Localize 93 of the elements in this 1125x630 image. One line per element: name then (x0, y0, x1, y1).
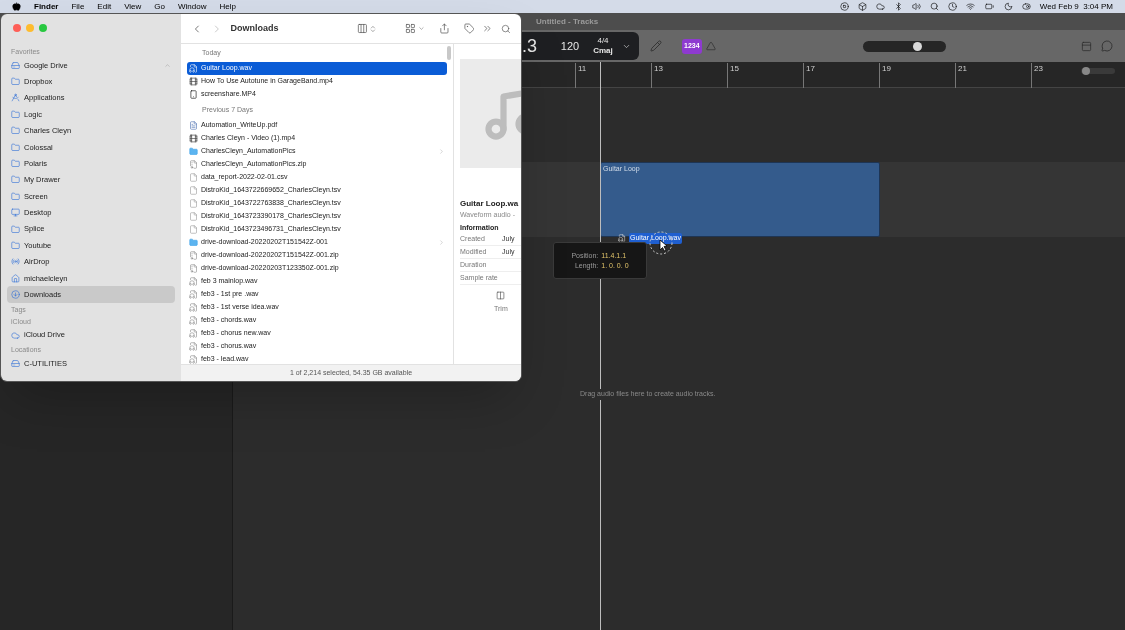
folder-icon (11, 142, 20, 152)
cloud-icon (11, 330, 20, 340)
ruler-label: 17 (803, 63, 815, 88)
chat-icon (1101, 40, 1113, 52)
chevron-down-icon (417, 25, 425, 32)
folder-icon (11, 159, 20, 169)
triangle-icon (705, 41, 716, 51)
battery-icon (983, 2, 995, 11)
grid-icon (405, 23, 416, 34)
folder-icon (11, 77, 20, 87)
moon-icon (1003, 2, 1013, 11)
slider-thumb[interactable] (1082, 67, 1091, 75)
folder-icon (11, 191, 20, 201)
archive-icon (189, 160, 198, 169)
ruler-label: 13 (651, 63, 663, 88)
clock-icon (947, 2, 957, 11)
lcd-tempo: 120 (559, 38, 581, 54)
audio-file-icon (189, 329, 198, 338)
folder-icon (11, 241, 20, 250)
search-icon (501, 23, 511, 34)
columns-icon (356, 23, 368, 34)
phone-icon (189, 90, 198, 99)
lcd-key: Cmaj (593, 46, 613, 56)
audio-file-icon (618, 234, 626, 243)
audio-file-icon (189, 290, 198, 299)
chevron-right-icon (438, 239, 445, 246)
file-icon (189, 199, 198, 208)
ruler-label: 15 (727, 63, 739, 88)
file-icon (189, 186, 198, 195)
menu-item[interactable]: Go (154, 0, 165, 13)
scrollbar-thumb (447, 46, 451, 60)
volume-icon (911, 2, 921, 11)
document-icon (189, 121, 198, 130)
folder-icon (11, 224, 20, 234)
ruler-label: 19 (879, 63, 891, 88)
slider-thumb[interactable] (912, 41, 922, 51)
pencil-icon (650, 40, 662, 52)
home-icon (11, 273, 20, 283)
audio-file-icon (189, 64, 198, 73)
menu-item[interactable]: View (124, 0, 142, 13)
drive-icon (11, 358, 20, 368)
bluetooth-icon (893, 2, 903, 11)
box-icon (857, 2, 867, 11)
audio-file-icon (189, 316, 198, 325)
volume-slider[interactable] (862, 40, 946, 52)
archive-icon (189, 264, 198, 273)
menu-item[interactable]: File (71, 0, 85, 13)
menu-item[interactable]: Window (178, 0, 207, 13)
app-menu[interactable]: Finder (34, 0, 59, 13)
cloud-icon (875, 2, 885, 11)
archive-icon (189, 251, 198, 260)
ruler-label: 23 (1031, 63, 1043, 88)
wifi-icon (965, 2, 975, 11)
file-icon (189, 225, 198, 234)
film-icon (189, 77, 198, 86)
film-icon (189, 134, 198, 143)
menu-clock[interactable]: Wed Feb 9 3:04 PM (1039, 0, 1113, 13)
ruler-label: 11 (575, 63, 587, 88)
lcd-signature: 4/4 (597, 36, 609, 46)
audio-file-icon (189, 355, 198, 364)
apple-icon (12, 2, 21, 11)
audio-file-icon (189, 303, 198, 312)
audio-file-icon (189, 277, 198, 286)
stop-icon (839, 2, 849, 11)
window-title: Untitled - Tracks (536, 15, 599, 28)
search-icon (929, 2, 939, 11)
chevron-right-icon (438, 148, 445, 155)
close-button[interactable] (13, 24, 21, 32)
folder-icon (189, 238, 198, 247)
download-icon (11, 290, 20, 300)
lcd-position: .3 (522, 34, 538, 58)
folder-icon (189, 147, 198, 156)
window-title: Downloads (230, 21, 279, 35)
ruler-label: 21 (955, 63, 967, 88)
file-icon (189, 173, 198, 182)
menu-item[interactable]: Edit (97, 0, 112, 13)
menu-item[interactable]: Help (219, 0, 236, 13)
panel-icon (1081, 40, 1092, 52)
folder-icon (11, 126, 20, 136)
drive-icon (11, 60, 20, 70)
tag-icon (463, 23, 475, 34)
audio-file-icon (189, 342, 198, 351)
updown-icon (369, 24, 378, 33)
radio-icon (11, 257, 20, 267)
share-icon (438, 23, 450, 34)
monitor-icon (11, 208, 20, 218)
folder-icon (11, 175, 20, 185)
file-icon (189, 212, 198, 221)
preview-file-name: Guitar Loop.wa (460, 198, 520, 210)
compass-icon (11, 93, 20, 103)
more-icon (482, 23, 494, 34)
folder-icon (11, 109, 20, 119)
zoom-slider[interactable] (1081, 68, 1115, 74)
